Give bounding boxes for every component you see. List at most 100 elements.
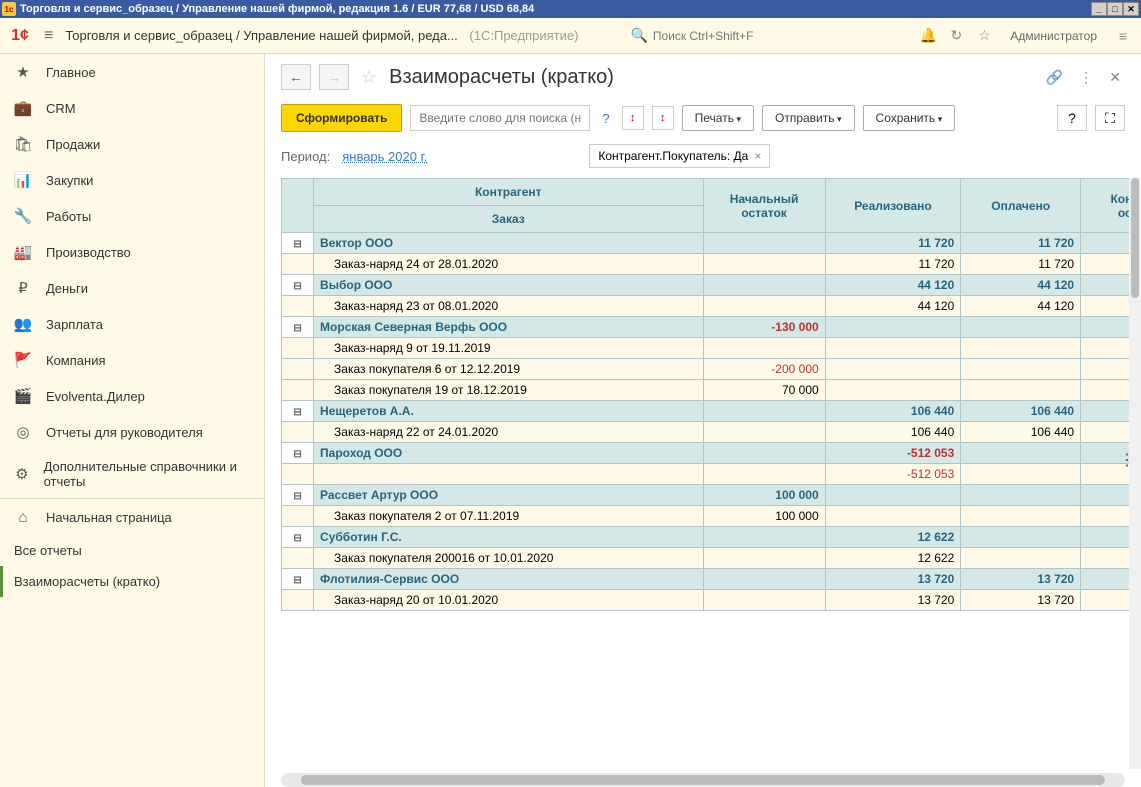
print-button[interactable]: Печать	[682, 105, 754, 131]
table-row[interactable]: Заказ-наряд 20 от 10.01.202013 72013 720	[282, 590, 1141, 611]
table-row[interactable]: ⊟Субботин Г.С.12 62212 622	[282, 527, 1141, 548]
breadcrumb[interactable]: Торговля и сервис_образец / Управление н…	[65, 28, 578, 43]
nav-label: Работы	[46, 209, 91, 224]
help-sq-button[interactable]: ?	[1057, 105, 1087, 131]
nav-settlements-brief[interactable]: Взаиморасчеты (кратко)	[0, 566, 264, 597]
star-icon[interactable]: ☆	[974, 26, 994, 46]
nav-label: Производство	[46, 245, 131, 260]
table-row[interactable]: ⊟Морская Северная Верфь ООО-130 000-130 …	[282, 317, 1141, 338]
maximize-button[interactable]: □	[1107, 2, 1123, 16]
settings-icon[interactable]: ≡	[1113, 26, 1133, 46]
table-row[interactable]: Заказ покупателя 6 от 12.12.2019-200 000…	[282, 359, 1141, 380]
nav-home[interactable]: ⌂ Начальная страница	[0, 499, 264, 535]
table-row[interactable]: Заказ-наряд 24 от 28.01.202011 72011 720	[282, 254, 1141, 275]
sidebar-item-9[interactable]: 🎬Evolventa.Дилер	[0, 378, 264, 414]
nav-icon: ₽	[14, 279, 32, 297]
nav-icon: ◎	[14, 423, 32, 441]
nav-label: Главное	[46, 65, 96, 80]
home-icon: ⌂	[14, 508, 32, 526]
window-titlebar: 1c Торговля и сервис_образец / Управлени…	[0, 0, 1141, 18]
sidebar: ★Главное 💼 CRM 🛍 Продажи 📊 Закупки 🔧Работы🏭Прои…	[0, 54, 265, 787]
horizontal-scrollbar[interactable]	[281, 773, 1125, 787]
th-expand	[282, 179, 314, 233]
table-row[interactable]: Заказ-наряд 22 от 24.01.2020106 440106 4…	[282, 422, 1141, 443]
table-row[interactable]: Заказ-наряд 23 от 08.01.202044 12044 120	[282, 296, 1141, 317]
table-row[interactable]: ⊟Пароход ООО-512 053-512 053	[282, 443, 1141, 464]
more-icon[interactable]: ⋮	[1075, 65, 1097, 90]
help-icon[interactable]: ?	[598, 111, 613, 126]
fullscreen-button[interactable]: ⛶	[1095, 105, 1125, 131]
report-search-input[interactable]	[410, 105, 590, 131]
nav-label: CRM	[46, 101, 76, 116]
user-label[interactable]: Администратор	[1010, 29, 1097, 43]
table-row[interactable]: Заказ покупателя 2 от 07.11.2019100 0001…	[282, 506, 1141, 527]
bell-icon[interactable]: 🔔	[918, 26, 938, 46]
th-order[interactable]: Заказ	[314, 206, 703, 233]
vertical-scrollbar[interactable]	[1129, 178, 1141, 769]
collapse-icon: ⊟	[293, 239, 301, 250]
filter-remove-icon[interactable]: ×	[754, 149, 761, 163]
nav-icon: 📊	[14, 171, 32, 189]
back-button[interactable]: ←	[281, 64, 311, 90]
sidebar-item-5[interactable]: 🏭Производство	[0, 234, 264, 270]
sort-desc-button[interactable]: ↕	[652, 106, 674, 130]
table-row[interactable]: Заказ-наряд 9 от 19.11.2019	[282, 338, 1141, 359]
th-start[interactable]: Начальный остаток	[703, 179, 825, 233]
table-row[interactable]: ⊟Рассвет Артур ООО100 000100 000	[282, 485, 1141, 506]
nav-icon: 💼	[14, 99, 32, 117]
sort-asc-button[interactable]: ↕	[622, 106, 644, 130]
sidebar-item-2[interactable]: 🛍 Продажи	[0, 126, 264, 162]
nav-all-reports[interactable]: Все отчеты	[0, 535, 264, 566]
sidebar-item-7[interactable]: 👥 Зарплата	[0, 306, 264, 342]
collapse-icon: ⊟	[293, 533, 301, 544]
table-row[interactable]: Заказ покупателя 19 от 18.12.201970 0007…	[282, 380, 1141, 401]
collapse-icon: ⊟	[293, 281, 301, 292]
table-row[interactable]: Заказ покупателя 200016 от 10.01.202012 …	[282, 548, 1141, 569]
nav-label: Продажи	[46, 137, 100, 152]
side-menu-icon[interactable]: ⋮	[1119, 450, 1135, 470]
table-row[interactable]: -512 053-512 053	[282, 464, 1141, 485]
sidebar-item-4[interactable]: 🔧Работы	[0, 198, 264, 234]
table-row[interactable]: ⊟Флотилия-Сервис ООО13 72013 720	[282, 569, 1141, 590]
nav-label: Evolventa.Дилер	[46, 389, 145, 404]
minimize-button[interactable]: _	[1091, 2, 1107, 16]
table-row[interactable]: ⊟Выбор ООО44 12044 120	[282, 275, 1141, 296]
filter-chip[interactable]: Контрагент.Покупатель: Да ×	[589, 144, 770, 168]
nav-icon: 🛍	[14, 135, 32, 153]
nav-label: Закупки	[46, 173, 93, 188]
top-toolbar: 1¢ ≡ Торговля и сервис_образец / Управле…	[0, 18, 1141, 54]
nav-label: Зарплата	[46, 317, 103, 332]
global-search-input[interactable]	[653, 29, 911, 43]
table-row[interactable]: ⊟Нещеретов А.А.106 440106 440	[282, 401, 1141, 422]
form-button[interactable]: Сформировать	[281, 104, 402, 132]
nav-icon: ⚙	[14, 465, 30, 483]
logo-1c-icon: 1¢	[8, 24, 32, 48]
favorite-icon[interactable]: ☆	[361, 67, 377, 88]
send-button[interactable]: Отправить	[762, 105, 855, 131]
sidebar-item-1[interactable]: 💼 CRM	[0, 90, 264, 126]
close-tab-icon[interactable]: ✕	[1105, 65, 1125, 90]
period-value[interactable]: январь 2020 г.	[342, 149, 427, 164]
th-realized[interactable]: Реализовано	[825, 179, 961, 233]
forward-button[interactable]: →	[319, 64, 349, 90]
app-icon: 1c	[2, 2, 16, 16]
menu-icon[interactable]: ≡	[40, 23, 57, 49]
sidebar-item-6[interactable]: ₽Деньги	[0, 270, 264, 306]
th-paid[interactable]: Оплачено	[961, 179, 1081, 233]
collapse-icon: ⊟	[293, 575, 301, 586]
collapse-icon: ⊟	[293, 449, 301, 460]
nav-icon: 👥	[14, 315, 32, 333]
link-icon[interactable]: 🔗	[1042, 65, 1067, 90]
table-row[interactable]: ⊟Вектор ООО11 72011 720	[282, 233, 1141, 254]
th-counterparty[interactable]: Контрагент	[314, 179, 703, 206]
history-icon[interactable]: ↻	[946, 26, 966, 46]
sidebar-item-11[interactable]: ⚙Дополнительные справочники и отчеты	[0, 450, 264, 498]
page-title: Взаиморасчеты (кратко)	[389, 66, 614, 89]
sidebar-item-8[interactable]: 🚩Компания	[0, 342, 264, 378]
save-button[interactable]: Сохранить	[863, 105, 956, 131]
search-icon[interactable]: 🔍	[630, 26, 648, 46]
close-button[interactable]: ✕	[1123, 2, 1139, 16]
sidebar-item-10[interactable]: ◎Отчеты для руководителя	[0, 414, 264, 450]
sidebar-item-0[interactable]: ★Главное	[0, 54, 264, 90]
sidebar-item-3[interactable]: 📊 Закупки	[0, 162, 264, 198]
